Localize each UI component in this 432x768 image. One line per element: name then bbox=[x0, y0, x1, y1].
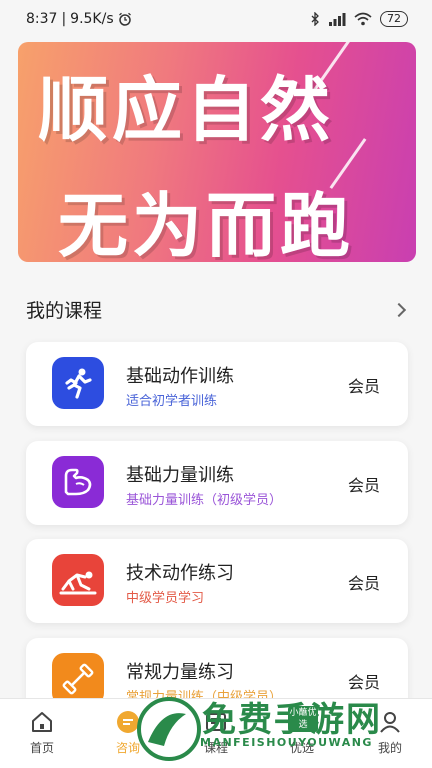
member-badge: 会员 bbox=[347, 673, 380, 692]
wifi-icon bbox=[354, 12, 372, 26]
member-badge: 会员 bbox=[347, 377, 380, 396]
course-title: 常规力量练习 bbox=[126, 662, 234, 683]
status-speed: 9.5K/s bbox=[70, 11, 114, 27]
status-left: 8:37 | 9.5K/s bbox=[26, 11, 132, 27]
status-bar: 8:37 | 9.5K/s 72 bbox=[0, 0, 432, 38]
banner-headline-1: 顺应自然 bbox=[38, 69, 334, 151]
course-title: 技术动作练习 bbox=[126, 563, 234, 584]
member-badge: 会员 bbox=[347, 574, 380, 593]
status-divider: | bbox=[61, 11, 67, 27]
watermark-overlay: 免费手游网 MANFEISHOUYOUWANG 小蘸优选 bbox=[130, 692, 430, 768]
watermark-logo bbox=[137, 697, 201, 761]
home-icon bbox=[32, 712, 52, 732]
watermark-subtext: MANFEISHOUYOUWANG bbox=[200, 736, 373, 749]
watermark-badge: 小蘸优选 bbox=[288, 706, 318, 732]
course-subtitle: 适合初学者训练 bbox=[126, 394, 218, 409]
course-title: 基础动作训练 bbox=[126, 366, 234, 387]
bluetooth-icon bbox=[311, 12, 319, 26]
signal-icon bbox=[329, 13, 346, 26]
course-title: 基础力量训练 bbox=[126, 465, 234, 486]
chevron-right-icon[interactable] bbox=[391, 302, 407, 317]
sprint-start-icon bbox=[52, 554, 104, 606]
flexed-arm-icon bbox=[52, 456, 104, 508]
section-title: 我的课程 bbox=[26, 300, 103, 322]
promo-banner[interactable]: 顺应自然 无为而跑 bbox=[18, 42, 416, 262]
course-card[interactable]: 基础力量训练 基础力量训练（初级学员） 会员 bbox=[26, 441, 408, 525]
my-courses-header[interactable]: 我的课程 bbox=[26, 296, 410, 323]
banner-headline-2: 无为而跑 bbox=[58, 185, 354, 262]
course-subtitle: 基础力量训练（初级学员） bbox=[126, 493, 283, 508]
member-badge: 会员 bbox=[347, 476, 380, 495]
course-subtitle: 中级学员学习 bbox=[126, 591, 205, 606]
course-card[interactable]: 基础动作训练 适合初学者训练 会员 bbox=[26, 342, 408, 426]
alarm-icon bbox=[118, 12, 131, 26]
course-card[interactable]: 技术动作练习 中级学员学习 会员 bbox=[26, 539, 408, 623]
status-right: 72 bbox=[310, 11, 408, 27]
tab-label: 首页 bbox=[29, 741, 54, 755]
tab-home[interactable]: 首页 bbox=[12, 709, 72, 756]
running-person-icon bbox=[52, 357, 104, 409]
status-time: 8:37 bbox=[26, 11, 58, 27]
battery-indicator: 72 bbox=[380, 11, 408, 27]
